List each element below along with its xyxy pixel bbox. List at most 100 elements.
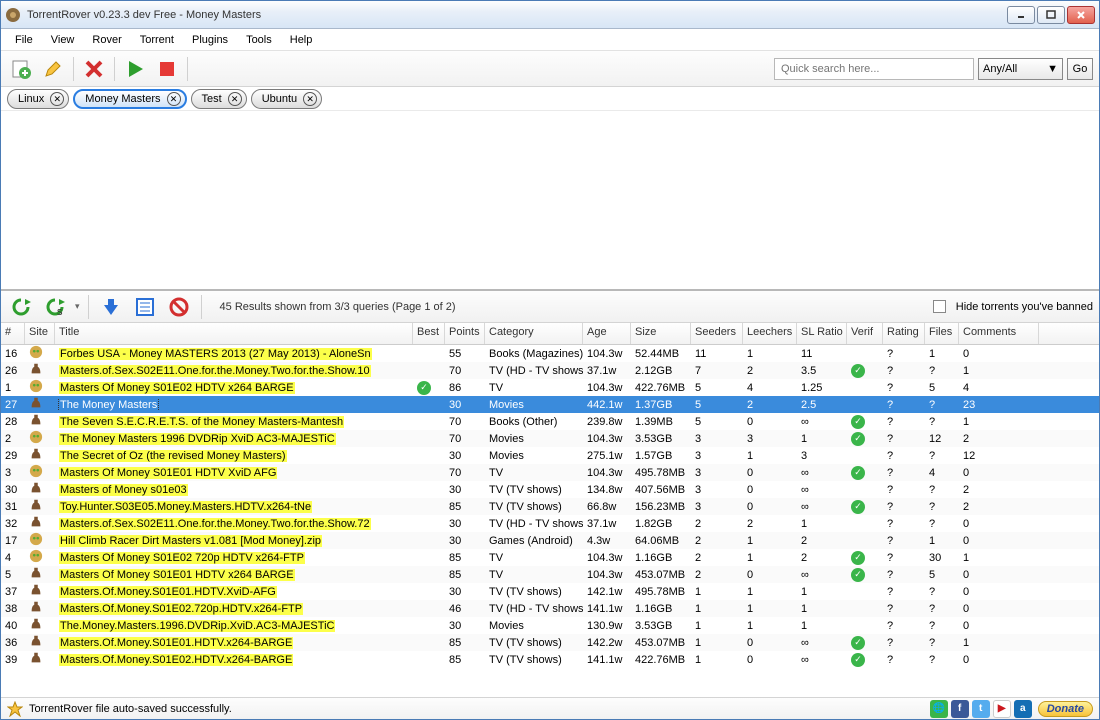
site-icon [25,566,55,583]
menu-torrent[interactable]: Torrent [132,32,182,48]
site-icon [25,634,55,651]
refresh-all-button[interactable]: s [41,293,69,321]
check-icon: ✓ [851,500,865,514]
table-row[interactable]: 36Masters.Of.Money.S01E01.HDTV.x264-BARG… [1,634,1099,651]
app-icon [5,7,21,23]
results-status: 45 Results shown from 3/3 queries (Page … [220,301,456,313]
col-seeders[interactable]: Seeders [691,323,743,344]
search-mode-combo[interactable]: Any/All▼ [978,58,1063,80]
tag-label: Money Masters [85,93,160,105]
close-button[interactable] [1067,6,1095,24]
alt-icon[interactable]: a [1014,700,1032,718]
col-comments[interactable]: Comments [959,323,1039,344]
menu-rover[interactable]: Rover [84,32,129,48]
search-tag[interactable]: Test✕ [191,89,247,109]
table-row[interactable]: 26Masters.of.Sex.S02E11.One.for.the.Mone… [1,362,1099,379]
details-button[interactable] [131,293,159,321]
tag-close-icon[interactable]: ✕ [303,92,317,106]
divider [201,295,202,319]
table-row[interactable]: 38Masters.Of.Money.S01E02.720p.HDTV.x264… [1,600,1099,617]
table-row[interactable]: 31Toy.Hunter.S03E05.Money.Masters.HDTV.x… [1,498,1099,515]
donate-button[interactable]: Donate [1038,701,1093,717]
menu-tools[interactable]: Tools [238,32,280,48]
results-table: # Site Title Best Points Category Age Si… [1,323,1099,697]
table-row[interactable]: 17Hill Climb Racer Dirt Masters v1.081 [… [1,532,1099,549]
dropdown-arrow-icon[interactable]: ▾ [75,301,80,312]
globe-icon[interactable]: 🌐 [930,700,948,718]
facebook-icon[interactable]: f [951,700,969,718]
maximize-button[interactable] [1037,6,1065,24]
col-slratio[interactable]: SL Ratio [797,323,847,344]
add-button[interactable] [7,55,35,83]
divider [73,57,74,81]
table-row[interactable]: 16Forbes USA - Money MASTERS 2013 (27 Ma… [1,345,1099,362]
col-title[interactable]: Title [55,323,413,344]
site-icon [25,600,55,617]
table-row[interactable]: 30Masters of Money s01e0330TV (TV shows)… [1,481,1099,498]
menu-help[interactable]: Help [282,32,321,48]
col-site[interactable]: Site [25,323,55,344]
twitter-icon[interactable]: t [972,700,990,718]
stop-button[interactable] [153,55,181,83]
col-category[interactable]: Category [485,323,583,344]
col-files[interactable]: Files [925,323,959,344]
ban-button[interactable] [165,293,193,321]
tag-close-icon[interactable]: ✕ [228,92,242,106]
menu-view[interactable]: View [43,32,83,48]
delete-button[interactable] [80,55,108,83]
check-icon: ✓ [851,568,865,582]
col-leechers[interactable]: Leechers [743,323,797,344]
table-row[interactable]: 28The Seven S.E.C.R.E.T.S. of the Money … [1,413,1099,430]
window-title: TorrentRover v0.23.3 dev Free - Money Ma… [27,9,1007,21]
col-rating[interactable]: Rating [883,323,925,344]
divider [88,295,89,319]
table-row[interactable]: 3Masters Of Money S01E01 HDTV XviD AFG70… [1,464,1099,481]
menu-file[interactable]: File [7,32,41,48]
table-row[interactable]: 2The Money Masters 1996 DVDRip XviD AC3-… [1,430,1099,447]
site-icon [25,498,55,515]
table-row[interactable]: 29The Secret of Oz (the revised Money Ma… [1,447,1099,464]
hide-banned-checkbox[interactable] [933,300,946,313]
table-row[interactable]: 1Masters Of Money S01E02 HDTV x264 BARGE… [1,379,1099,396]
table-row[interactable]: 4Masters Of Money S01E02 720p HDTV x264-… [1,549,1099,566]
col-age[interactable]: Age [583,323,631,344]
table-row[interactable]: 37Masters.Of.Money.S01E01.HDTV.XviD-AFG3… [1,583,1099,600]
site-icon [25,617,55,634]
download-button[interactable] [97,293,125,321]
site-icon [25,413,55,430]
refresh-button[interactable] [7,293,35,321]
tag-close-icon[interactable]: ✕ [50,92,64,106]
search-tag[interactable]: Linux✕ [7,89,69,109]
site-icon [25,549,55,566]
star-icon [7,701,23,717]
results-toolbar: s ▾ 45 Results shown from 3/3 queries (P… [1,291,1099,323]
check-icon: ✓ [851,551,865,565]
col-num[interactable]: # [1,323,25,344]
table-row[interactable]: 27The Money Masters30Movies442.1w1.37GB5… [1,396,1099,413]
search-tag[interactable]: Ubuntu✕ [251,89,322,109]
table-row[interactable]: 5Masters Of Money S01E01 HDTV x264 BARGE… [1,566,1099,583]
col-points[interactable]: Points [445,323,485,344]
search-tag[interactable]: Money Masters ✕ [73,89,186,109]
col-size[interactable]: Size [631,323,691,344]
table-row[interactable]: 32Masters.of.Sex.S02E11.One.for.the.Mone… [1,515,1099,532]
go-button[interactable]: Go [1067,58,1093,80]
play-button[interactable] [121,55,149,83]
search-input[interactable] [774,58,974,80]
table-row[interactable]: 40The.Money.Masters.1996.DVDRip.XviD.AC3… [1,617,1099,634]
site-icon [25,447,55,464]
tag-close-icon[interactable]: ✕ [167,92,181,106]
edit-button[interactable] [39,55,67,83]
site-icon [25,464,55,481]
col-best[interactable]: Best [413,323,445,344]
site-icon [25,379,55,396]
col-verif[interactable]: Verif [847,323,883,344]
youtube-icon[interactable]: ▶ [993,700,1011,718]
table-body[interactable]: 16Forbes USA - Money MASTERS 2013 (27 Ma… [1,345,1099,697]
site-icon [25,651,55,668]
table-row[interactable]: 39Masters.Of.Money.S01E02.HDTV.x264-BARG… [1,651,1099,668]
minimize-button[interactable] [1007,6,1035,24]
menu-plugins[interactable]: Plugins [184,32,236,48]
toolbar: Any/All▼ Go [1,51,1099,87]
check-icon: ✓ [851,466,865,480]
